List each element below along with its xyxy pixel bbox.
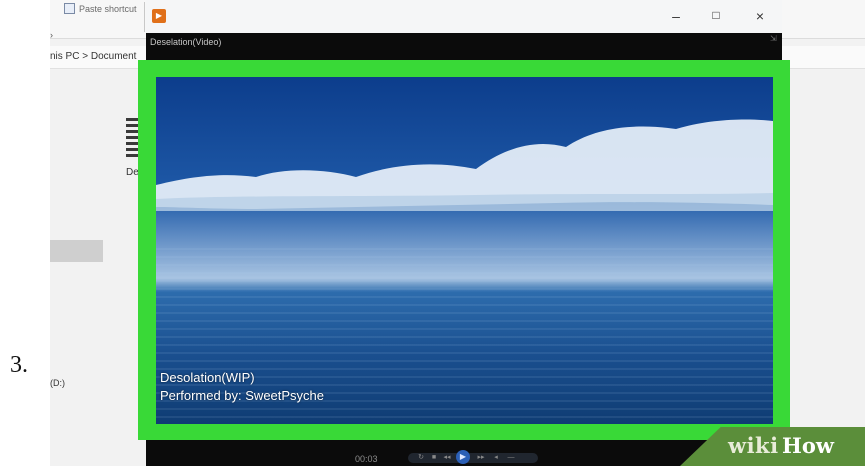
paste-shortcut-label: Paste shortcut xyxy=(79,3,137,14)
file-name-label[interactable]: De xyxy=(126,167,139,178)
watermark-how: How xyxy=(782,433,834,458)
stop-icon[interactable]: ■ xyxy=(429,453,439,463)
minimize-button[interactable]: – xyxy=(666,8,686,24)
caption-performer: Performed by: SweetPsyche xyxy=(160,388,325,403)
cloud-bank xyxy=(156,119,773,211)
paste-shortcut-icon xyxy=(64,3,75,14)
player-titlebar[interactable]: ▶ – □ × xyxy=(146,0,782,33)
step-number: 3. xyxy=(10,352,28,378)
ribbon-divider xyxy=(144,2,145,32)
volume-slider[interactable]: — xyxy=(506,453,516,463)
video-title: Deselation(Video) xyxy=(150,37,222,47)
paste-shortcut-button[interactable]: Paste shortcut xyxy=(64,3,137,14)
caption-title: Desolation(WIP) xyxy=(160,370,255,385)
breadcrumb[interactable]: nis PC > Document xyxy=(50,51,136,62)
resize-icon[interactable]: ⇲ xyxy=(770,34,777,43)
control-bar-track xyxy=(408,453,538,463)
video-caption: Desolation(WIP) Performed by: SweetPsych… xyxy=(160,369,324,405)
shuffle-icon[interactable]: ↻ xyxy=(416,453,426,463)
mute-icon[interactable]: ◂ xyxy=(491,453,501,463)
maximize-button[interactable]: □ xyxy=(706,8,726,22)
close-button[interactable]: × xyxy=(750,8,770,24)
watermark-wiki: wiki xyxy=(728,433,779,458)
elapsed-time: 00:03 xyxy=(355,454,378,464)
video-file-icon[interactable] xyxy=(126,118,138,160)
nav-pane-selected-item[interactable] xyxy=(50,240,103,262)
previous-icon[interactable]: ◂◂ xyxy=(442,453,452,463)
play-button[interactable]: ▶ xyxy=(456,450,470,464)
video-frame[interactable]: Desolation(WIP) Performed by: SweetPsych… xyxy=(156,77,773,424)
ribbon-chevron-icon[interactable]: › xyxy=(50,30,53,40)
next-icon[interactable]: ▸▸ xyxy=(476,453,486,463)
nav-drive-label[interactable]: (D:) xyxy=(50,378,65,388)
app-icon: ▶ xyxy=(152,9,166,23)
